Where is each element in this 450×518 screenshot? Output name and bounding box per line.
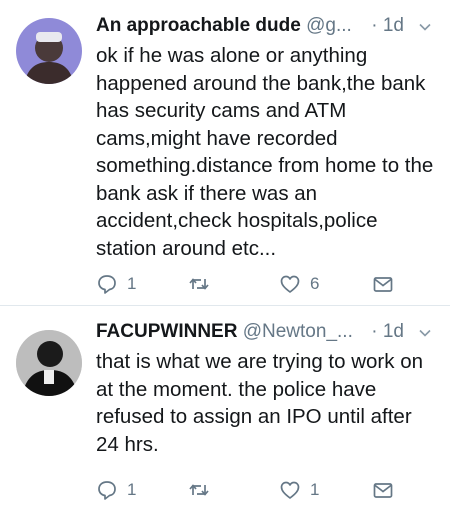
tweet-header: FACUPWINNER @Newton_... · 1d [96, 316, 438, 348]
heart-icon [280, 275, 300, 293]
like-count: 1 [310, 480, 320, 499]
reply-button[interactable]: 1 [96, 477, 136, 503]
display-name[interactable]: FACUPWINNER [96, 321, 237, 342]
tweet[interactable]: FACUPWINNER @Newton_... · 1d that is wha… [0, 306, 450, 518]
reply-button[interactable]: 1 [96, 271, 136, 297]
like-button[interactable]: 1 [279, 477, 319, 503]
direct-message-button[interactable] [372, 477, 394, 503]
display-name[interactable]: An approachable dude [96, 15, 301, 36]
envelope-icon [373, 277, 393, 292]
envelope-icon [373, 483, 393, 498]
user-handle[interactable]: @g... [306, 15, 352, 36]
reply-count: 1 [127, 274, 137, 293]
like-count: 6 [310, 274, 320, 293]
reply-icon [98, 275, 116, 294]
reply-count: 1 [127, 480, 137, 499]
tweet-header: An approachable dude @g... · 1d [96, 10, 438, 42]
tweet-text: that is what we are trying to work on at… [96, 350, 424, 456]
tweet-content: FACUPWINNER @Newton_... · 1d that is wha… [96, 316, 438, 458]
chevron-down-icon[interactable] [418, 326, 432, 340]
retweet-icon [189, 278, 209, 290]
retweet-button[interactable] [188, 271, 219, 297]
tweet-actions: 1 1 [96, 477, 406, 503]
user-handle[interactable]: @Newton_... [243, 321, 353, 342]
timestamp[interactable]: · 1d [371, 10, 404, 42]
retweet-button[interactable] [188, 477, 219, 503]
heart-icon [280, 481, 300, 499]
avatar[interactable] [16, 330, 82, 396]
tweet[interactable]: An approachable dude @g... · 1d ok if he… [0, 0, 450, 306]
direct-message-button[interactable] [372, 271, 394, 297]
timestamp[interactable]: · 1d [371, 316, 404, 348]
retweet-icon [189, 484, 209, 496]
tweet-text: ok if he was alone or anything happened … [96, 44, 434, 260]
chevron-down-icon[interactable] [418, 20, 432, 34]
avatar[interactable] [16, 18, 82, 84]
like-button[interactable]: 6 [279, 271, 319, 297]
reply-icon [98, 481, 116, 500]
tweet-content: An approachable dude @g... · 1d ok if he… [96, 10, 438, 262]
tweet-actions: 1 6 [96, 271, 406, 297]
